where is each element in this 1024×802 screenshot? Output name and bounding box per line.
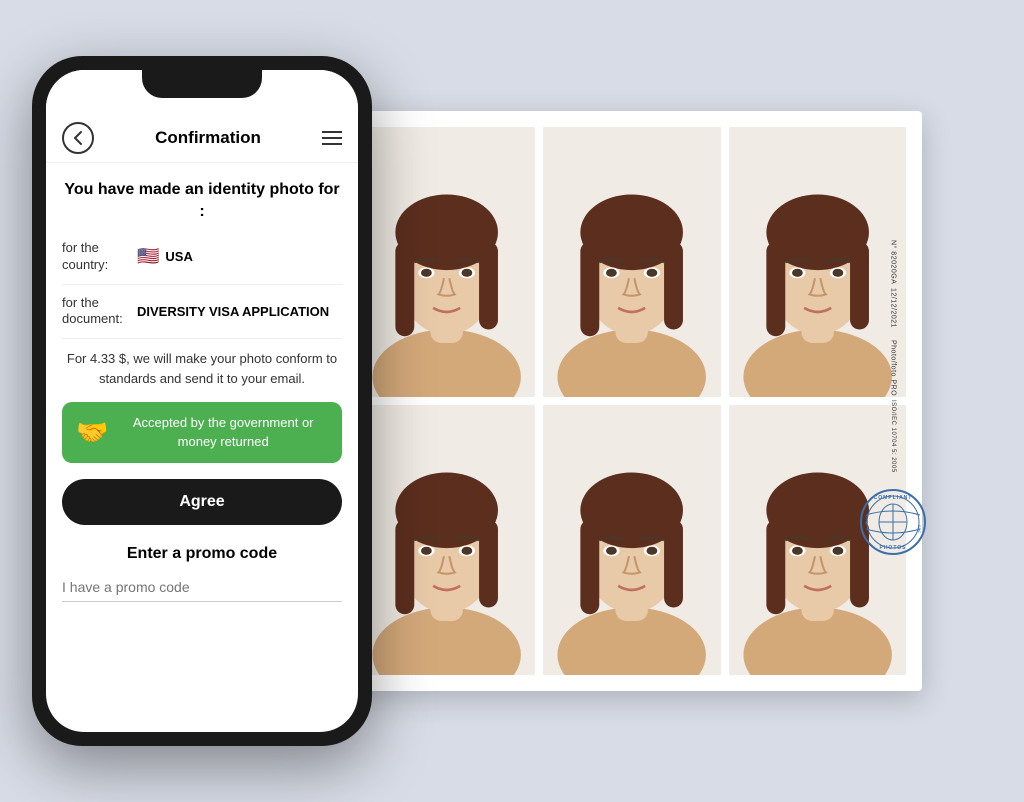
country-value: 🇺🇸 USA <box>137 246 193 267</box>
back-button[interactable] <box>62 122 94 154</box>
phone-screen: Confirmation You have made an identity p… <box>46 70 358 732</box>
svg-text:PHOTOS: PHOTOS <box>879 545 906 551</box>
photo-row-2 <box>358 405 906 675</box>
svg-text:ICAO: ICAO <box>864 515 869 525</box>
document-row: for the document: DIVERSITY VISA APPLICA… <box>62 295 342 340</box>
photo-row-1 <box>358 127 906 397</box>
promo-input[interactable] <box>62 573 342 602</box>
country-row: for the country: 🇺🇸 USA <box>62 240 342 285</box>
sheet-date: 12/12/2021 <box>888 288 896 328</box>
country-label: for the country: <box>62 240 137 274</box>
photo-grid <box>358 127 906 675</box>
document-label: for the document: <box>62 295 137 329</box>
phone-device: Confirmation You have made an identity p… <box>32 56 372 746</box>
agree-button[interactable]: Agree <box>62 479 342 525</box>
sheet-brand: Photo/foto PRO <box>888 340 896 396</box>
sheet-standard: ISO/IEC 10704 5: 2005 <box>889 400 896 473</box>
photo-cell-5 <box>543 405 720 675</box>
compliant-stamp: COMPLIANT PHOTOS ICAO FOC <box>858 487 928 557</box>
photo-sheet: N° 82020GA 12/12/2021 Photo/foto PRO ISO… <box>342 111 922 691</box>
svg-text:COMPLIANT: COMPLIANT <box>873 495 912 501</box>
usa-flag-icon: 🇺🇸 <box>137 246 159 267</box>
photo-cell-2 <box>543 127 720 397</box>
handshake-icon: 🤝 <box>76 417 108 448</box>
sheet-side-panel: N° 82020GA 12/12/2021 Photo/foto PRO ISO… <box>865 111 920 691</box>
guarantee-text: Accepted by the government or money retu… <box>118 414 328 450</box>
document-value: DIVERSITY VISA APPLICATION <box>137 304 329 319</box>
promo-heading: Enter a promo code <box>62 545 342 563</box>
phone-notch <box>142 70 262 98</box>
menu-button[interactable] <box>322 131 342 145</box>
photo-cell-1 <box>358 127 535 397</box>
sheet-number: N° 82020GA <box>888 240 896 284</box>
svg-text:FOC: FOC <box>917 525 922 534</box>
main-heading: You have made an identity photo for : <box>62 179 342 224</box>
screen-title: Confirmation <box>155 128 261 148</box>
nav-bar: Confirmation <box>46 114 358 163</box>
country-name: USA <box>165 249 192 264</box>
promo-section: Enter a promo code <box>62 545 342 602</box>
photo-cell-4 <box>358 405 535 675</box>
price-description: For 4.33 $, we will make your photo conf… <box>62 349 342 388</box>
guarantee-banner: 🤝 Accepted by the government or money re… <box>62 402 342 462</box>
screen-content: You have made an identity photo for : fo… <box>46 163 358 732</box>
